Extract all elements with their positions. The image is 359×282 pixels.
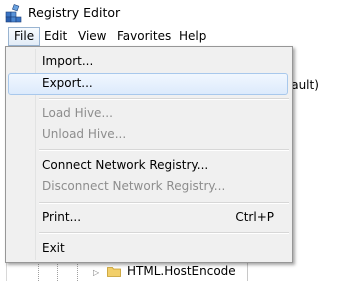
- folder-icon: [107, 267, 121, 277]
- menu-separator: [39, 149, 289, 151]
- menu-item-connect-network-registry[interactable]: Connect Network Registry...: [8, 155, 288, 177]
- menu-item-disconnect-network-registry: Disconnect Network Registry...: [8, 176, 288, 198]
- menu-item-load-hive: Load Hive...: [8, 103, 288, 125]
- menu-item-import[interactable]: Import...: [8, 51, 288, 73]
- menu-item-label: Disconnect Network Registry...: [42, 179, 226, 193]
- menu-item-label: Connect Network Registry...: [42, 158, 209, 172]
- tree-item-label: HTML.HostEncode: [127, 264, 236, 278]
- expand-arrow-icon[interactable]: ▷: [93, 268, 99, 277]
- menu-item-label: Export...: [42, 76, 93, 90]
- menu-separator: [39, 202, 289, 204]
- menu-separator: [39, 98, 289, 100]
- menu-item-print[interactable]: Print... Ctrl+P: [8, 207, 288, 229]
- file-menu-dropdown: Import... Export... Load Hive... Unload …: [5, 46, 293, 263]
- menu-item-label: Unload Hive...: [42, 127, 127, 141]
- menu-item-exit[interactable]: Exit: [8, 238, 288, 260]
- menu-item-unload-hive: Unload Hive...: [8, 124, 288, 146]
- menu-item-label: Print...: [42, 210, 82, 224]
- menu-item-shortcut: Ctrl+P: [235, 210, 274, 224]
- menu-item-label: Import...: [42, 54, 94, 68]
- menu-separator: [39, 232, 289, 234]
- menu-item-label: Load Hive...: [42, 106, 113, 120]
- menu-item-label: Exit: [42, 241, 65, 255]
- menu-item-export[interactable]: Export...: [8, 73, 288, 95]
